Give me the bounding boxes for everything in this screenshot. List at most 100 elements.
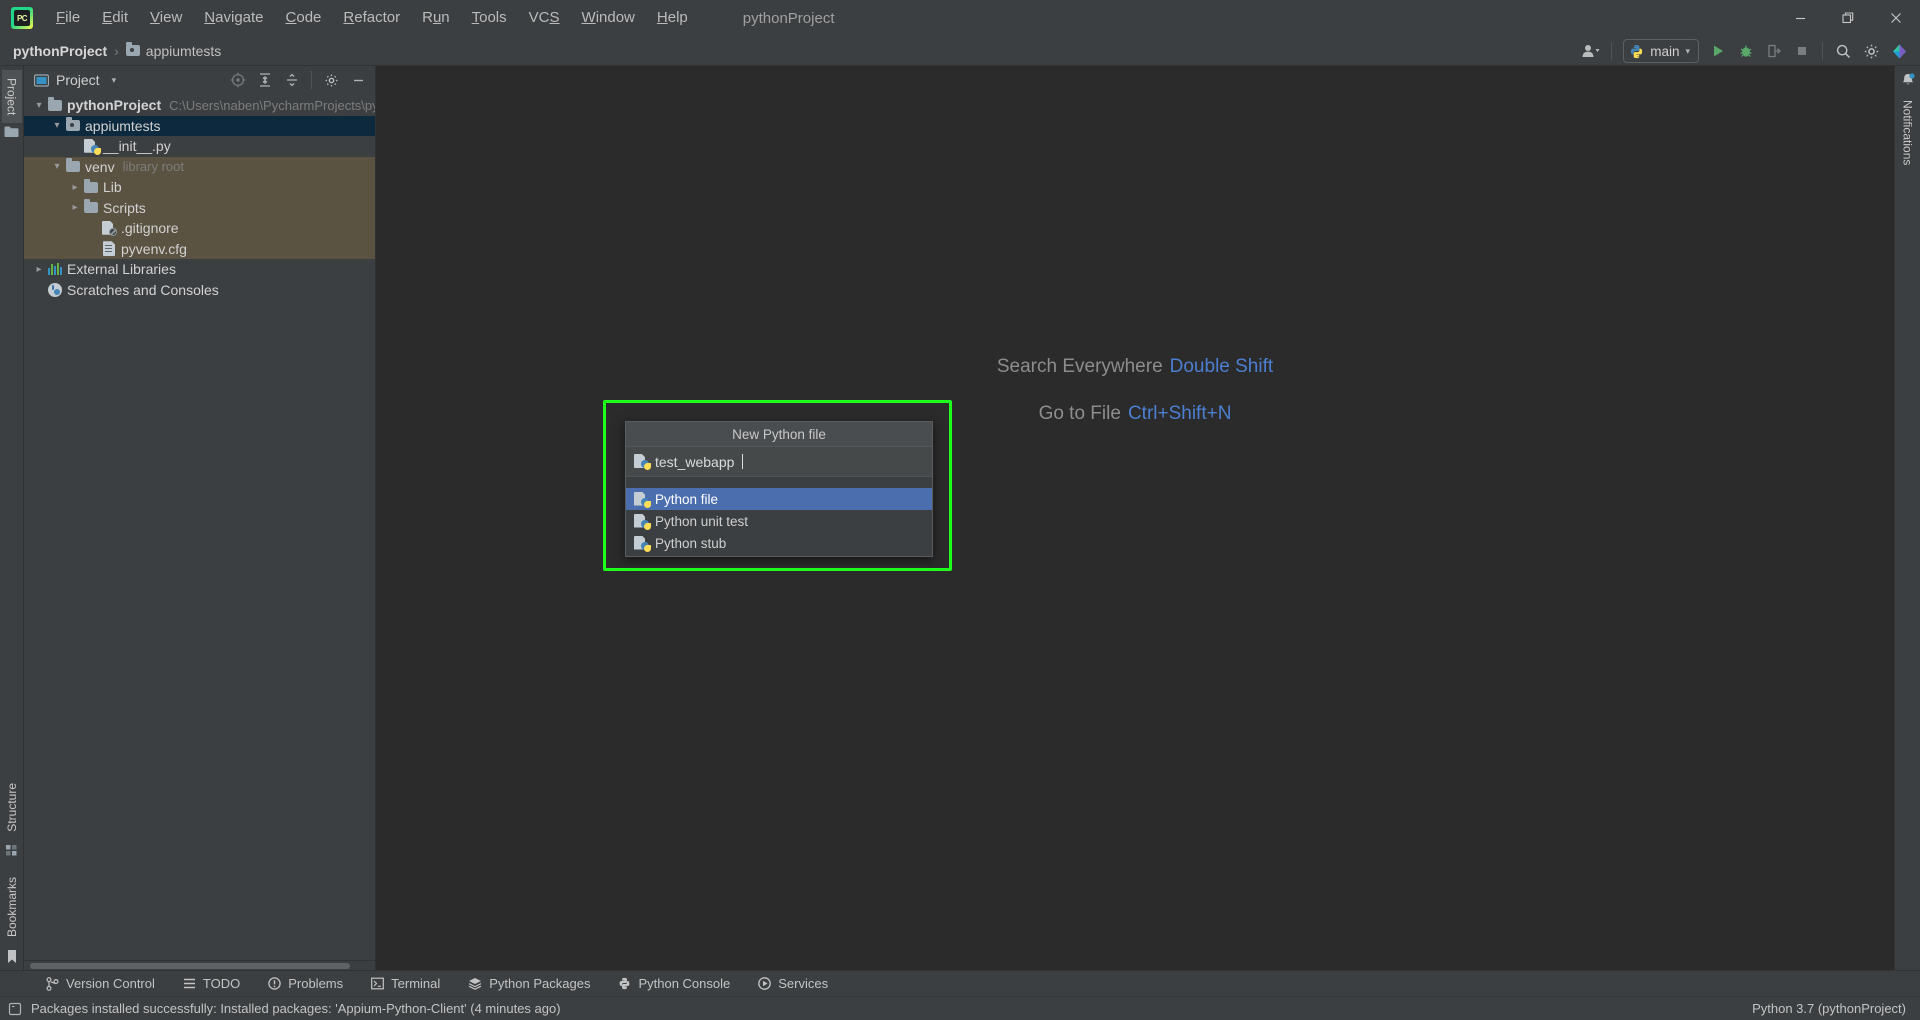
tree-node[interactable]: __init__.py bbox=[24, 136, 375, 157]
tree-node[interactable]: Scratches and Consoles bbox=[24, 280, 375, 301]
breadcrumb-item-appiumtests[interactable]: appiumtests bbox=[126, 43, 221, 59]
status-message[interactable]: Packages installed successfully: Install… bbox=[31, 1001, 561, 1016]
minimize-button[interactable] bbox=[1776, 0, 1824, 36]
project-icon bbox=[4, 125, 19, 138]
warning-icon bbox=[268, 977, 281, 990]
tree-node[interactable]: ▸ Scripts bbox=[24, 198, 375, 219]
bottom-tab-problems[interactable]: Problems bbox=[254, 973, 357, 994]
bottom-tab-python-packages[interactable]: Python Packages bbox=[454, 973, 604, 994]
scratches-icon bbox=[48, 283, 62, 297]
chevron-down-icon[interactable]: ▾ bbox=[50, 161, 64, 172]
project-tree[interactable]: ▾pythonProjectC:\Users\naben\PycharmProj… bbox=[24, 94, 375, 960]
sidebar-item-structure[interactable]: Structure bbox=[2, 775, 22, 840]
file-type-option[interactable]: Python unit test bbox=[626, 510, 932, 532]
ide-assistant-button[interactable] bbox=[1886, 38, 1912, 64]
right-tool-rail: Notifications bbox=[1894, 66, 1920, 970]
toolbar-divider bbox=[1611, 42, 1612, 60]
tree-node[interactable]: ▾ appiumtests bbox=[24, 116, 375, 137]
tree-node[interactable]: ▾venvlibrary root bbox=[24, 157, 375, 178]
tree-node-label: appiumtests bbox=[85, 118, 160, 134]
chevron-right-icon[interactable]: ▸ bbox=[32, 264, 46, 275]
tree-node-label: Lib bbox=[103, 179, 122, 195]
menu-item-run[interactable]: Run bbox=[411, 5, 461, 31]
bottom-tab-services[interactable]: Services bbox=[744, 973, 842, 994]
sidebar-item-notifications[interactable]: Notifications bbox=[1898, 92, 1918, 173]
menu-item-code[interactable]: Code bbox=[275, 5, 333, 31]
project-tree-scrollbar[interactable] bbox=[24, 960, 375, 970]
config-file-icon bbox=[103, 241, 115, 256]
menu-item-help[interactable]: Help bbox=[646, 5, 699, 31]
notification-icon[interactable] bbox=[8, 1002, 22, 1016]
chevron-down-icon[interactable]: ▾ bbox=[32, 100, 46, 111]
menu-item-navigate[interactable]: Navigate bbox=[193, 5, 274, 31]
structure-tab-label: Structure bbox=[5, 783, 19, 832]
file-type-list[interactable]: Python file Python unit test Python stub bbox=[626, 488, 932, 556]
chevron-right-icon[interactable]: ▸ bbox=[68, 202, 82, 213]
filename-input[interactable]: test_webapp bbox=[626, 447, 932, 477]
menu-item-vcs[interactable]: VCS bbox=[518, 5, 571, 31]
run-with-coverage-button[interactable] bbox=[1761, 38, 1787, 64]
project-panel-toolbar bbox=[225, 67, 371, 93]
main-area: Project Structure bbox=[0, 66, 1920, 970]
run-configuration-selector[interactable]: main ▾ bbox=[1623, 39, 1699, 63]
toolbar-divider bbox=[311, 71, 312, 89]
bottom-tab-version-control[interactable]: Version Control bbox=[32, 973, 169, 994]
bottom-tab-python-console[interactable]: Python Console bbox=[604, 973, 744, 994]
file-type-label: Python unit test bbox=[655, 514, 748, 529]
structure-icon bbox=[5, 844, 18, 857]
tree-node[interactable]: .gitignore bbox=[24, 218, 375, 239]
interpreter-indicator[interactable]: Python 3.7 (pythonProject) bbox=[1752, 1001, 1906, 1016]
menu-item-tools[interactable]: Tools bbox=[461, 5, 518, 31]
run-button[interactable] bbox=[1705, 38, 1731, 64]
logo-text: PC bbox=[17, 14, 27, 23]
tree-node[interactable]: ▸ Lib bbox=[24, 177, 375, 198]
editor-area[interactable]: Search EverywhereDouble Shift Go to File… bbox=[376, 66, 1894, 970]
tree-node[interactable]: pyvenv.cfg bbox=[24, 239, 375, 260]
breadcrumb: pythonProject › appiumtests bbox=[13, 43, 221, 59]
debug-button[interactable] bbox=[1733, 38, 1759, 64]
bottom-tab-label: Version Control bbox=[66, 976, 155, 991]
bottom-tab-todo[interactable]: TODO bbox=[169, 973, 254, 994]
chevron-right-icon[interactable]: ▸ bbox=[68, 182, 82, 193]
bottom-tab-terminal[interactable]: Terminal bbox=[357, 973, 454, 994]
search-everywhere-button[interactable] bbox=[1830, 38, 1856, 64]
python-file-icon bbox=[634, 536, 648, 551]
collapse-all-button[interactable] bbox=[279, 67, 305, 93]
window-controls bbox=[1776, 0, 1920, 36]
run-configuration-label: main bbox=[1650, 44, 1679, 59]
close-button[interactable] bbox=[1872, 0, 1920, 36]
scrollbar-thumb[interactable] bbox=[30, 963, 350, 969]
left-tool-rail: Project Structure bbox=[0, 66, 24, 970]
expand-all-button[interactable] bbox=[252, 67, 278, 93]
menu-item-view[interactable]: View bbox=[139, 5, 193, 31]
tree-node[interactable]: ▾pythonProjectC:\Users\naben\PycharmProj… bbox=[24, 95, 375, 116]
folder-icon bbox=[48, 100, 62, 111]
chevron-down-icon[interactable]: ▾ bbox=[112, 75, 117, 86]
settings-button[interactable] bbox=[1858, 38, 1884, 64]
new-python-file-popup[interactable]: New Python file test_webapp Python fileP… bbox=[625, 421, 933, 557]
restore-button[interactable] bbox=[1824, 0, 1872, 36]
project-tab-label: Project bbox=[5, 78, 19, 115]
python-icon bbox=[1629, 44, 1644, 59]
menu-item-refactor[interactable]: Refactor bbox=[332, 5, 411, 31]
chevron-down-icon[interactable]: ▾ bbox=[50, 120, 64, 131]
menu-item-window[interactable]: Window bbox=[571, 5, 646, 31]
file-type-option[interactable]: Python file bbox=[626, 488, 932, 510]
sidebar-item-project[interactable]: Project bbox=[2, 70, 22, 123]
hint-search-everywhere: Search EverywhereDouble Shift bbox=[997, 352, 1273, 382]
sidebar-item-bookmarks[interactable]: Bookmarks bbox=[2, 869, 22, 945]
file-type-option[interactable]: Python stub bbox=[626, 532, 932, 554]
text-caret bbox=[742, 454, 743, 469]
hide-panel-button[interactable] bbox=[345, 67, 371, 93]
tree-node-label: Scripts bbox=[103, 200, 146, 216]
tree-node[interactable]: ▸External Libraries bbox=[24, 259, 375, 280]
select-opened-file-button[interactable] bbox=[225, 67, 251, 93]
menu-item-edit[interactable]: Edit bbox=[91, 5, 139, 31]
menu-item-file[interactable]: File bbox=[45, 5, 91, 31]
stop-button[interactable] bbox=[1789, 38, 1815, 64]
breadcrumb-item-project[interactable]: pythonProject bbox=[13, 43, 107, 59]
user-account-icon[interactable] bbox=[1578, 38, 1604, 64]
panel-options-button[interactable] bbox=[318, 67, 344, 93]
folder-icon bbox=[84, 182, 98, 193]
bookmark-icon bbox=[6, 949, 18, 964]
